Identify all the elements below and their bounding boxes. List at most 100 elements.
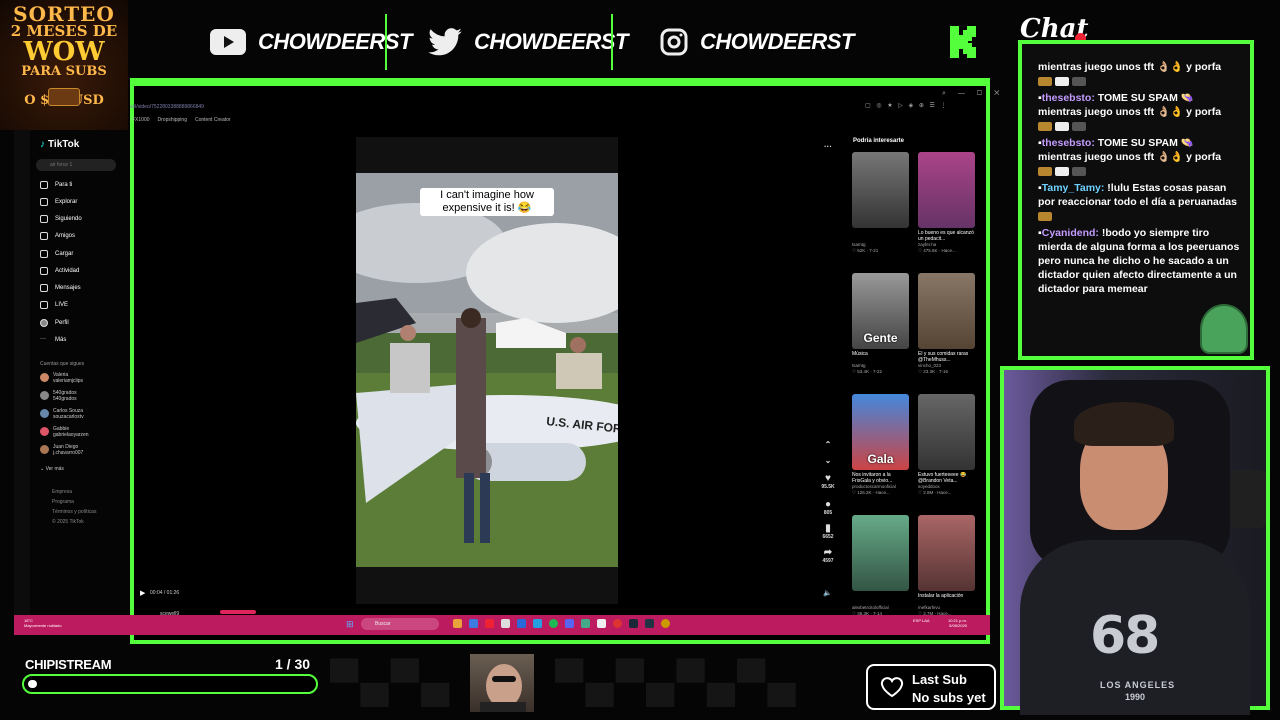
video-thumbnail[interactable] (918, 273, 975, 349)
footer-link[interactable]: Programa (52, 499, 74, 505)
video-thumbnail[interactable] (918, 152, 975, 228)
prev-video-button[interactable]: ⌃ (814, 440, 842, 449)
bookmark[interactable]: FX1000 (132, 117, 150, 123)
nav-label: Siguiendo (55, 216, 82, 222)
video-thumbnail[interactable] (852, 515, 909, 591)
video-thumbnail[interactable]: Gente (852, 273, 909, 349)
home-icon (40, 181, 48, 189)
tiktok-logo[interactable]: ♪ TikTok (40, 139, 79, 150)
see-more-link[interactable]: ⌄ Ver más (40, 466, 64, 472)
bookmark[interactable]: Content Creator (195, 117, 231, 123)
edge-icon[interactable] (533, 619, 542, 628)
weather-desc: Mayormente nublado (24, 623, 62, 628)
app-icon[interactable] (485, 619, 494, 628)
app-icon[interactable] (597, 619, 606, 628)
following-icon (40, 215, 48, 223)
spotify-icon[interactable] (549, 619, 558, 628)
app-icon[interactable] (469, 619, 478, 628)
video-thumbnail[interactable] (852, 152, 909, 228)
browser-extension-icons[interactable]: ▢ ◎ ★ ▷ ◈ ⊕ ☰ ⋮ (865, 102, 949, 109)
streamer-hair (1074, 402, 1174, 446)
live-icon (40, 301, 48, 309)
rec-caption: El y sus comidas raras @TheMhuss... (918, 351, 969, 363)
followed-account[interactable]: Gabbie gabrielaoyarzen (40, 426, 89, 438)
social-youtube: CHOWDEERST (210, 26, 412, 58)
footer-link[interactable]: Empresa (52, 489, 72, 495)
app-icon[interactable] (645, 619, 654, 628)
account-handle: valeriamjclips (53, 378, 84, 384)
video-frame[interactable]: U.S. AIR FORCE (356, 173, 618, 567)
like-button[interactable]: ♥ 95.5K (814, 474, 842, 491)
bookmark-button[interactable]: ▮ 6652 (814, 524, 842, 541)
nav-label: Amigos (55, 233, 76, 239)
recommended-video[interactable]: El y sus comidas raras @TheMhuss... vinch… (918, 273, 975, 375)
bookmark-count: 6652 (822, 534, 834, 540)
nav-para-ti[interactable]: Para ti (40, 181, 72, 189)
play-icon[interactable]: ▶ (140, 589, 145, 597)
nav-perfil[interactable]: Perfil (40, 319, 69, 327)
windows-start-icon[interactable]: ⊞ (346, 619, 354, 630)
taskbar-search[interactable]: Buscar (361, 618, 439, 630)
file-explorer-icon[interactable] (453, 619, 462, 628)
recommended-video[interactable]: Estuvo fuerteeeee 😂 @Brandon Veta... soye… (918, 394, 975, 496)
more-options-icon[interactable]: ··· (814, 142, 842, 151)
window-controls[interactable]: ⌕ — ▢ ✕ (942, 90, 1004, 98)
instagram-icon (660, 28, 688, 56)
friends-icon (40, 232, 48, 240)
followed-account[interactable]: Valeria valeriamjclips (40, 372, 83, 384)
video-thumbnail[interactable]: Gala (852, 394, 909, 470)
recommended-video[interactable]: Gala Nos invitaron a la FrisGala y obvio.… (852, 394, 909, 496)
compass-icon (40, 198, 48, 206)
youtube-icon (210, 29, 246, 55)
taskbar-clock[interactable]: 10:21 p.m. 5/08/2025 (948, 618, 967, 628)
video-thumbnail[interactable] (918, 394, 975, 470)
app-icon[interactable] (517, 619, 526, 628)
obs-icon[interactable] (613, 619, 622, 628)
rec-stats: ♡ 52K · 7-21 (852, 248, 879, 253)
follow-button[interactable] (220, 610, 256, 614)
volume-icon[interactable]: 🔈 (823, 589, 832, 597)
nav-explorar[interactable]: Explorar (40, 198, 77, 206)
nav-mensajes[interactable]: Mensajes (40, 284, 81, 292)
rec-caption (852, 230, 909, 242)
recommended-video[interactable]: Instalar la aplicación mefkarhivu ♡ 2,7M ·… (918, 515, 975, 617)
app-icon[interactable] (501, 619, 510, 628)
bookmark[interactable]: Dropshipping (158, 117, 187, 123)
weather-widget[interactable]: 18°C Mayormente nublado (24, 618, 62, 628)
recommended-video[interactable]: alexbetrcitolofficial ♡ 36.3K · 7-14 (852, 515, 909, 617)
language-indicator[interactable]: ESP LAA (913, 618, 930, 623)
nav-cargar[interactable]: Cargar (40, 250, 73, 258)
nav-actividad[interactable]: Actividad (40, 267, 79, 275)
address-bar[interactable]: al/i/video/7522803388889866849 (130, 104, 204, 110)
nav-label: Explorar (55, 199, 78, 205)
share-button[interactable]: ➦ 4597 (814, 548, 842, 565)
treasure-chest-icon (48, 88, 80, 106)
discord-icon[interactable] (565, 619, 574, 628)
next-video-button[interactable]: ⌄ (814, 456, 842, 465)
bookmarks-bar: FX1000 Dropshipping Content Creator (132, 117, 231, 123)
app-icon[interactable] (661, 619, 670, 628)
nav-siguiendo[interactable]: Siguiendo (40, 215, 82, 223)
nav-amigos[interactable]: Amigos (40, 232, 75, 240)
search-input[interactable]: air force 1 (36, 159, 116, 171)
app-icon[interactable] (581, 619, 590, 628)
followed-account[interactable]: Juan Diego j.chavarro007 (40, 444, 83, 456)
emote-icon (1071, 166, 1086, 176)
followed-account[interactable]: Carlos Souza souzacarlostv (40, 408, 84, 420)
comment-button[interactable]: ● 805 (814, 500, 842, 517)
copyright: © 2025 TikTok (52, 519, 84, 525)
recommended-video[interactable]: Lo bueno es que alcanzó un pedacit... zay… (918, 152, 975, 254)
emote-icon (1038, 76, 1052, 86)
more-icon: ··· (40, 336, 46, 342)
followed-account[interactable]: 540grados 540grados (40, 390, 77, 402)
footer-link[interactable]: Términos y políticas (52, 509, 96, 515)
nav-mas[interactable]: ··· Más (40, 336, 66, 344)
steam-icon[interactable] (629, 619, 638, 628)
recommended-video[interactable]: Gente Música tsamtg ♡ 53.4K · 7-22 (852, 273, 909, 375)
recommended-video[interactable]: tsamtg ♡ 52K · 7-21 (852, 152, 909, 254)
video-thumbnail[interactable] (918, 515, 975, 591)
avatar (40, 409, 49, 418)
account-handle: j.chavarro007 (53, 450, 84, 456)
nav-live[interactable]: LIVE (40, 301, 68, 309)
social-twitter: CHOWDEERST (428, 26, 628, 58)
